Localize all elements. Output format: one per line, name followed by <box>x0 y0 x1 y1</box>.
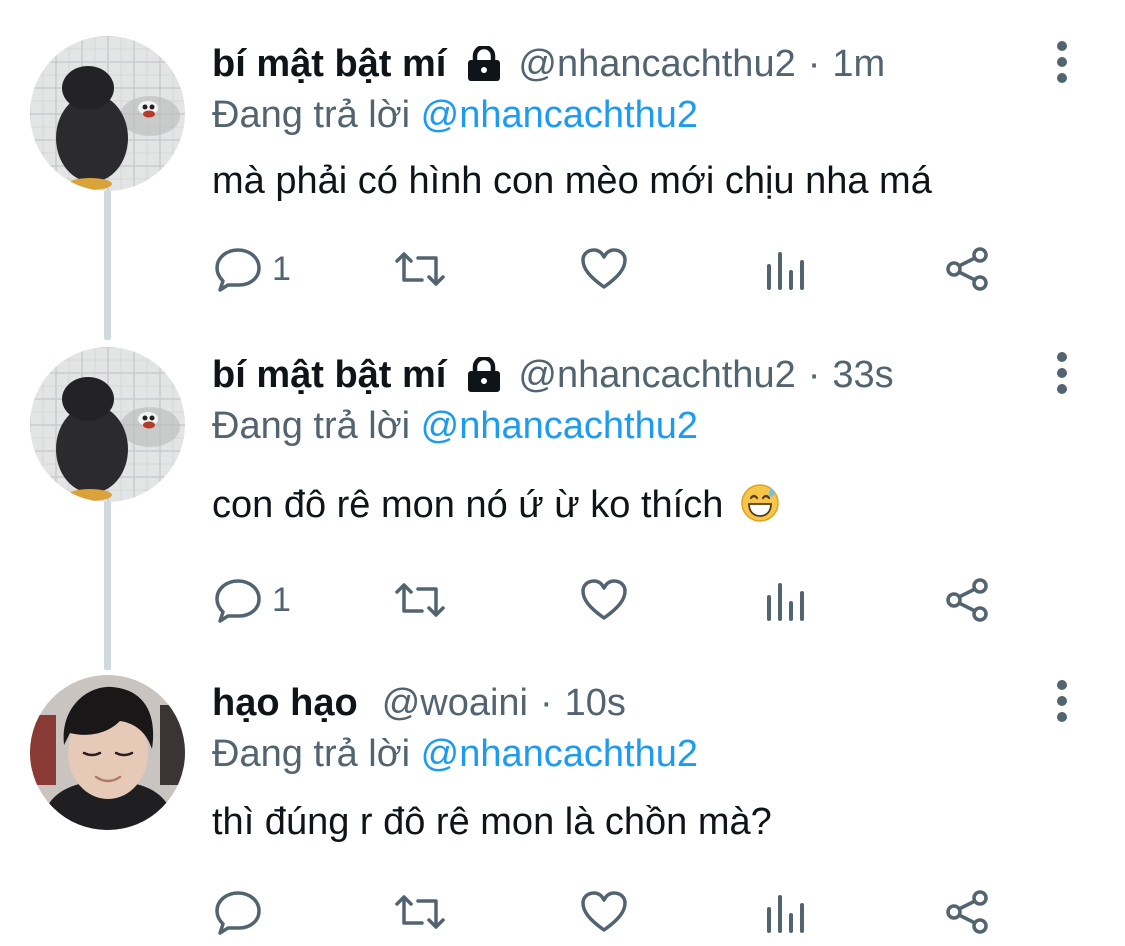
tweet-text-line: con đô rê mon nó ứ ừ ko thích <box>212 483 780 527</box>
share-button[interactable] <box>944 887 990 937</box>
retweet-icon <box>395 583 445 617</box>
replying-prefix: Đang trả lời <box>212 733 411 775</box>
action-bar: 1 <box>0 244 1125 294</box>
tweet-header: bí mật bật mí @nhancachthu2 · 33s <box>212 347 894 403</box>
penguin-plush-avatar <box>30 347 185 502</box>
share-icon <box>946 247 988 291</box>
display-name[interactable]: bí mật bật mí <box>212 354 446 397</box>
tweet[interactable]: bí mật bật mí @nhancachthu2 · 1m Đang tr… <box>0 36 1125 326</box>
retweet-button[interactable] <box>392 244 448 294</box>
lock-icon <box>464 357 504 393</box>
action-bar <box>0 887 1125 937</box>
tweet-text: thì đúng r đô rê mon là chồn mà? <box>212 801 772 843</box>
tweet-text: con đô rê mon nó ứ ừ ko thích <box>212 484 724 526</box>
share-icon <box>946 578 988 622</box>
penguin-plush-avatar <box>30 36 185 191</box>
handle[interactable]: @woaini <box>382 682 528 725</box>
handle[interactable]: @nhancachthu2 <box>518 354 795 397</box>
reply-count: 1 <box>272 580 291 619</box>
retweet-button[interactable] <box>392 575 448 625</box>
tweet-header: hạo hạo @woaini · 10s <box>212 675 626 731</box>
share-button[interactable] <box>944 244 990 294</box>
reply-icon <box>215 248 261 292</box>
more-options-icon[interactable] <box>1050 679 1074 723</box>
reply-button[interactable]: 1 <box>214 575 291 625</box>
views-button[interactable] <box>764 887 808 937</box>
reply-icon <box>215 891 261 935</box>
views-button[interactable] <box>764 244 808 294</box>
grinning-face-with-sweat-emoji <box>740 483 780 523</box>
tweet[interactable]: hạo hạo @woaini · 10s Đang trả lời @nhan… <box>0 675 1125 946</box>
more-options-icon[interactable] <box>1050 40 1074 84</box>
replying-prefix: Đang trả lời <box>212 94 411 136</box>
share-icon <box>946 890 988 934</box>
timestamp[interactable]: 10s <box>565 682 626 725</box>
views-button[interactable] <box>764 575 808 625</box>
avatar[interactable] <box>30 36 185 191</box>
person-selfie-avatar <box>30 675 185 830</box>
replying-to: Đang trả lời @nhancachthu2 <box>212 733 698 776</box>
action-bar: 1 <box>0 575 1125 625</box>
views-icon <box>767 895 804 933</box>
tweet-header: bí mật bật mí @nhancachthu2 · 1m <box>212 36 885 92</box>
avatar[interactable] <box>30 347 185 502</box>
replying-to: Đang trả lời @nhancachthu2 <box>212 94 698 137</box>
share-button[interactable] <box>944 575 990 625</box>
like-icon <box>581 248 627 289</box>
like-button[interactable] <box>580 575 628 625</box>
reply-count: 1 <box>272 249 291 288</box>
reply-button[interactable] <box>214 887 272 937</box>
lock-icon <box>464 46 504 82</box>
replying-prefix: Đang trả lời <box>212 405 411 447</box>
retweet-button[interactable] <box>392 887 448 937</box>
separator: · <box>540 681 553 724</box>
tweet[interactable]: bí mật bật mí @nhancachthu2 · 33s Đang t… <box>0 347 1125 637</box>
like-button[interactable] <box>580 244 628 294</box>
like-button[interactable] <box>580 887 628 937</box>
mention-link[interactable]: @nhancachthu2 <box>421 94 698 136</box>
views-icon <box>767 252 804 290</box>
reply-icon <box>215 579 261 623</box>
reply-thread: bí mật bật mí @nhancachthu2 · 1m Đang tr… <box>0 0 1125 946</box>
retweet-icon <box>395 895 445 929</box>
like-icon <box>581 891 627 932</box>
separator: · <box>807 353 821 396</box>
separator: · <box>807 42 821 85</box>
tweet-text: mà phải có hình con mèo mới chịu nha má <box>212 160 932 202</box>
like-icon <box>581 579 627 620</box>
mention-link[interactable]: @nhancachthu2 <box>421 733 698 775</box>
retweet-icon <box>395 252 445 286</box>
views-icon <box>767 583 804 621</box>
replying-to: Đang trả lời @nhancachthu2 <box>212 405 698 448</box>
reply-button[interactable]: 1 <box>214 244 291 294</box>
timestamp[interactable]: 1m <box>832 43 885 86</box>
display-name[interactable]: bí mật bật mí <box>212 43 446 86</box>
more-options-icon[interactable] <box>1050 351 1074 395</box>
avatar[interactable] <box>30 675 185 830</box>
handle[interactable]: @nhancachthu2 <box>518 43 795 86</box>
mention-link[interactable]: @nhancachthu2 <box>421 405 698 447</box>
timestamp[interactable]: 33s <box>832 354 893 397</box>
display-name[interactable]: hạo hạo <box>212 682 358 725</box>
